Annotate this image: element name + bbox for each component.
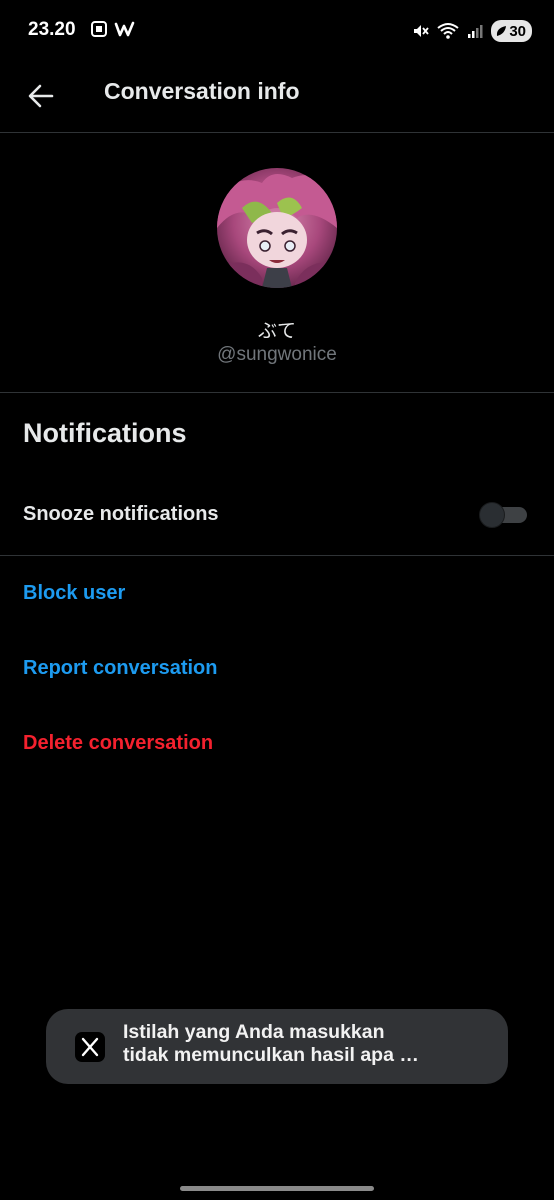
x-logo-icon — [75, 1032, 105, 1062]
notifications-heading: Notifications — [23, 418, 187, 448]
block-user-button[interactable]: Block user — [23, 582, 125, 605]
mute-icon — [414, 25, 430, 37]
screenshot-icon — [91, 21, 107, 37]
toggle-thumb — [479, 502, 505, 528]
avatar[interactable] — [217, 168, 337, 288]
signal-icon — [468, 25, 483, 38]
arrow-left-icon — [28, 84, 54, 108]
status-right-icons: 30 — [411, 20, 532, 42]
toast-message: Istilah yang Anda masukkan tidak memuncu… — [46, 1009, 508, 1084]
battery-indicator: 30 — [491, 20, 532, 42]
status-bar: 23.20 30 — [0, 0, 554, 62]
toast-text: Istilah yang Anda masukkan tidak memuncu… — [123, 1021, 493, 1067]
snooze-notifications-row[interactable]: Snooze notifications — [0, 484, 554, 544]
back-button[interactable] — [22, 76, 62, 116]
battery-level: 30 — [509, 22, 526, 40]
display-name: ぶて — [257, 320, 296, 342]
status-left-icons — [90, 20, 136, 38]
app-header: Conversation info — [0, 62, 554, 132]
page-title: Conversation info — [104, 78, 300, 104]
conversation-info-screen: 23.20 30 Conversation info ぶて @sungwonic… — [0, 0, 554, 1200]
w-app-icon — [114, 21, 135, 37]
status-time: 23.20 — [28, 19, 76, 40]
snooze-toggle[interactable] — [479, 502, 529, 528]
report-conversation-button[interactable]: Report conversation — [23, 657, 217, 680]
delete-conversation-button[interactable]: Delete conversation — [23, 732, 213, 755]
header-divider — [0, 132, 554, 133]
home-indicator[interactable] — [180, 1186, 374, 1191]
toast-line-1: Istilah yang Anda masukkan — [123, 1021, 385, 1043]
wifi-icon — [437, 23, 459, 39]
toast-line-2: tidak memunculkan hasil apa … — [123, 1044, 419, 1066]
profile-divider — [0, 392, 554, 393]
snooze-notifications-label: Snooze notifications — [23, 503, 219, 525]
notifications-divider — [0, 555, 554, 556]
avatar-image — [217, 168, 337, 288]
user-handle: @sungwonice — [217, 344, 337, 365]
battery-saver-icon — [497, 26, 507, 36]
